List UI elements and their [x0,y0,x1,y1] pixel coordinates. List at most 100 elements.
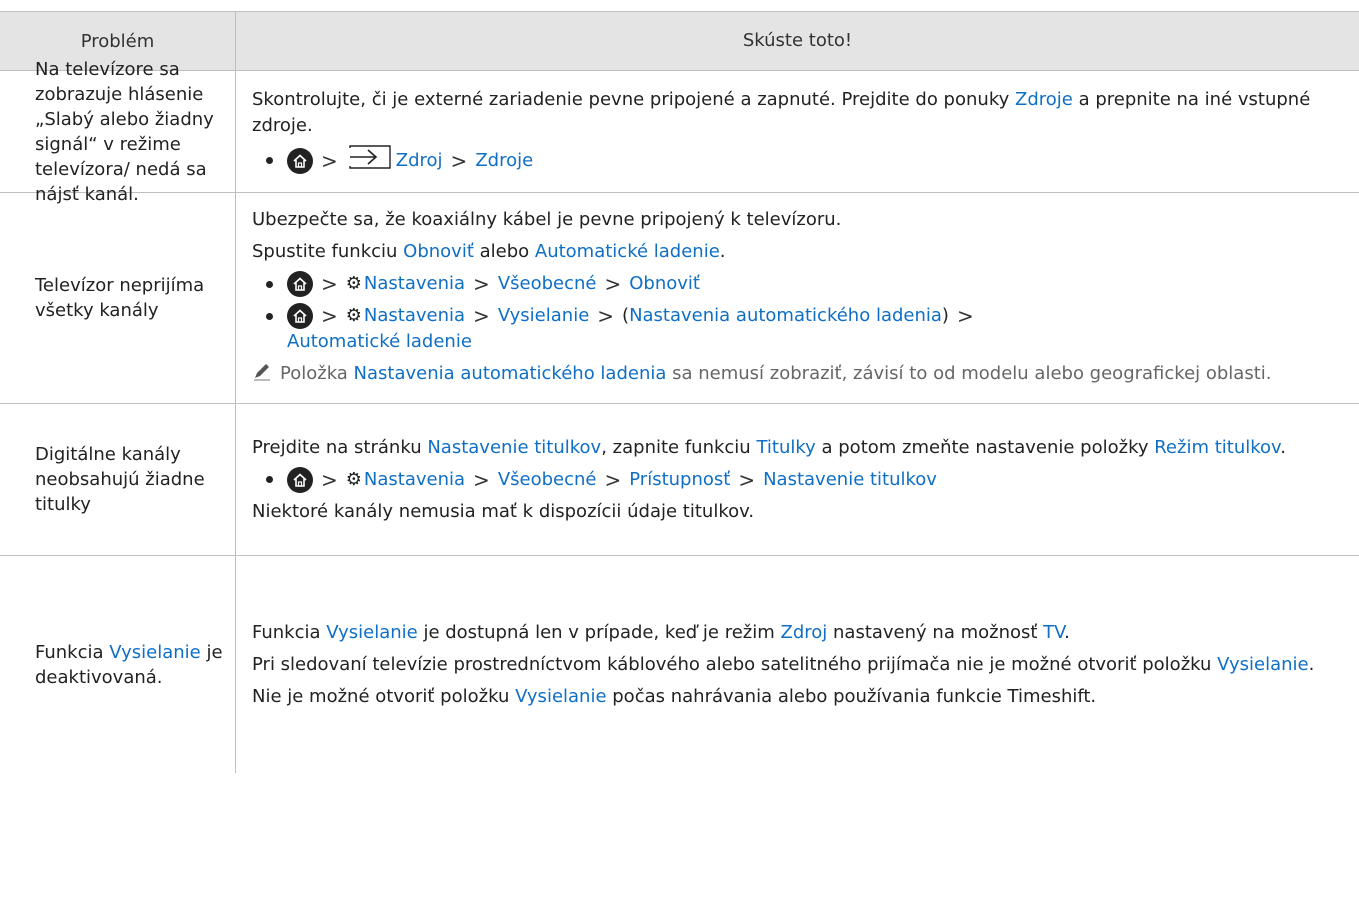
problem-cell: Digitálne kanály neobsahujú žiadne titul… [0,404,236,555]
note: Položka Nastavenia automatického ladenia… [252,361,1349,389]
table-row: Funkcia Vysielanie je deaktivovaná. Funk… [0,556,1359,773]
menu-link-zdroj[interactable]: Zdroj [781,622,828,643]
menu-link-obnovit[interactable]: Obnoviť [629,271,700,297]
menu-link-nastavenia[interactable]: Nastavenia [364,467,465,493]
text: nastavený na možnosť [827,621,1044,643]
text: Skontrolujte, či je externé zariadenie p… [252,88,1015,110]
home-icon [287,147,313,174]
solution-paragraph: Prejdite na stránku Nastavenie titulkov,… [252,435,1349,461]
menu-link-nastavenie-titulkov[interactable]: Nastavenie titulkov [763,467,937,493]
bullet-dot [266,280,273,288]
menu-link-vseobecne[interactable]: Všeobecné [498,271,597,297]
bullet-dot [266,312,273,320]
text: . [1308,653,1315,675]
chevron-right-icon: > [321,272,338,296]
solution-paragraph: Pri sledovaní televízie prostredníctvom … [252,652,1349,678]
chevron-right-icon: > [321,148,338,173]
bullet-dot [266,157,273,164]
solution-paragraph: Spustite funkciu Obnoviť alebo Automatic… [252,239,1349,265]
problem-cell: Na televízore sa zobrazuje hlásenie „Sla… [0,59,236,205]
solution-cell: Funkcia Vysielanie je dostupná len v prí… [236,556,1359,773]
text: je dostupná len v prípade, keď je režim [417,621,781,643]
chevron-right-icon: > [450,148,468,173]
text: a potom zmeňte nastavenie položky [815,436,1155,458]
problem-text: Televízor neprijíma všetky kanály [35,275,205,321]
paren-close: ) [941,305,949,326]
menu-link-nastavenia-automatickeho-ladenia[interactable]: Nastavenia automatického ladenia [354,363,667,384]
wrapped-line: Automatické ladenie [252,329,1349,355]
chevron-right-icon: > [604,272,622,296]
troubleshooting-table: Problém Skúste toto! Na televízore sa zo… [0,11,1359,773]
text: . [1064,621,1070,643]
gear-icon: ⚙ [345,273,362,294]
text: sa nemusí zobraziť, závisí to od modelu … [666,363,1272,384]
menu-link-titulky[interactable]: Titulky [756,437,815,458]
text: , zapnite funkciu [601,436,757,458]
table-row: Na televízore sa zobrazuje hlásenie „Sla… [0,59,1359,205]
chevron-right-icon: > [738,467,756,492]
home-icon [287,466,313,493]
menu-link-zdroj[interactable]: Zdroj [396,148,443,174]
menu-link-zdroje[interactable]: Zdroje [1015,89,1073,110]
menu-link-obnovit[interactable]: Obnoviť [403,241,474,262]
menu-link-nastavenia[interactable]: Nastavenia [364,271,465,297]
paren-open: ( [622,305,630,326]
menu-link-vysielanie[interactable]: Vysielanie [109,642,200,663]
gear-icon: ⚙ [345,305,362,326]
header-solution: Skúste toto! [742,30,853,51]
problem-text: Digitálne kanály neobsahujú žiadne titul… [35,444,205,515]
chevron-right-icon: > [473,304,490,328]
gear-icon: ⚙ [345,468,362,490]
menu-path: > ⚙ Nastavenia > Všeobecné > Obnoviť [252,271,1349,297]
menu-path: > Zdroj > Zdroje [252,144,1349,177]
solution-cell: Ubezpečte sa, že koaxiálny kábel je pevn… [236,193,1359,403]
note-text: Položka Nastavenia automatického ladenia… [280,361,1272,389]
menu-link-pristupnost[interactable]: Prístupnosť [629,467,730,493]
text: . [1280,436,1287,458]
menu-link-automaticke-ladenie[interactable]: Automatické ladenie [287,331,472,352]
text: alebo [473,241,535,262]
bullet-dot [266,476,273,483]
problem-text: Na televízore sa zobrazuje hlásenie „Sla… [35,58,214,205]
pencil-note-icon [252,361,280,389]
menu-link-vysielanie[interactable]: Vysielanie [498,303,589,329]
home-icon [287,303,313,329]
menu-link-automaticke-ladenie[interactable]: Automatické ladenie [535,241,720,262]
menu-link-vysielanie[interactable]: Vysielanie [326,622,417,643]
text: Spustite funkciu [252,241,404,262]
home-icon [287,271,313,297]
problem-text: Funkcia Vysielanie je deaktivovaná. [35,640,227,690]
text: počas nahrávania alebo používania funkci… [606,685,1097,707]
chevron-right-icon: > [473,272,490,296]
menu-link-nastavenie-titulkov[interactable]: Nastavenie titulkov [427,437,601,458]
text: Položka [280,363,354,384]
solution-paragraph: Nie je možné otvoriť položku Vysielanie … [252,684,1349,710]
chevron-right-icon: > [321,304,338,328]
menu-link-vysielanie[interactable]: Vysielanie [1217,654,1308,675]
menu-path: > ⚙ Nastavenia > Všeobecné > Prístupnosť… [252,466,1349,493]
menu-link-tv[interactable]: TV [1043,622,1064,643]
text: Funkcia [35,641,110,663]
table-row: Televízor neprijíma všetky kanály Ubezpe… [0,193,1359,404]
menu-link-vysielanie[interactable]: Vysielanie [515,686,606,707]
solution-paragraph: Ubezpečte sa, že koaxiálny kábel je pevn… [252,209,842,230]
chevron-right-icon: > [604,467,622,492]
problem-cell: Funkcia Vysielanie je deaktivovaná. [0,556,236,773]
menu-link-vseobecne[interactable]: Všeobecné [498,467,597,493]
menu-link-rezim-titulkov[interactable]: Režim titulkov [1154,437,1280,458]
problem-cell: Televízor neprijíma všetky kanály [0,193,236,403]
solution-paragraph: Funkcia Vysielanie je dostupná len v prí… [252,620,1349,646]
solution-paragraph: Niektoré kanály nemusia mať k dispozícii… [252,500,755,522]
text: . [719,241,726,262]
text: Pri sledovaní televízie prostredníctvom … [252,653,1218,675]
text: Funkcia [252,621,327,643]
menu-link-nastavenia-automatickeho-ladenia[interactable]: Nastavenia automatického ladenia [629,303,942,329]
chevron-right-icon: > [321,467,338,492]
menu-link-nastavenia[interactable]: Nastavenia [364,303,465,329]
solution-cell: Skontrolujte, či je externé zariadenie p… [236,71,1359,192]
text: Prejdite na stránku [252,436,428,458]
text: Nie je možné otvoriť položku [252,685,516,707]
chevron-right-icon: > [473,467,490,492]
menu-link-zdroje[interactable]: Zdroje [475,148,533,174]
solution-cell: Prejdite na stránku Nastavenie titulkov,… [236,404,1359,555]
